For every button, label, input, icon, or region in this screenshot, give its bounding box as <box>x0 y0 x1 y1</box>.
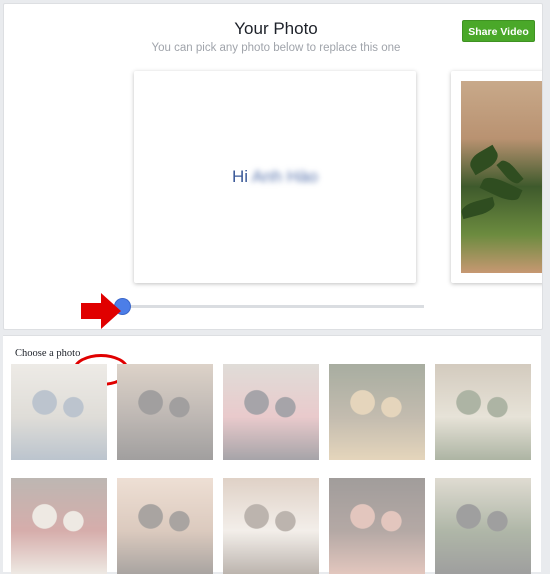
photo-thumbnail[interactable] <box>435 478 531 574</box>
choose-photo-label: Choose a photo <box>15 348 81 359</box>
share-video-button[interactable]: Share Video <box>462 20 535 42</box>
photo-thumbnail[interactable] <box>329 478 425 574</box>
photo-picker-card: Your Photo You can pick any photo below … <box>3 3 543 330</box>
greeting-word: Hi <box>231 167 249 186</box>
current-photo-card[interactable]: Hi Anh Hào <box>134 71 416 283</box>
choose-photo-panel: Choose a photo <box>3 335 541 574</box>
page-subtitle: You can pick any photo below to replace … <box>151 42 401 54</box>
slider-track[interactable] <box>124 305 424 308</box>
photo-thumbnail[interactable] <box>11 364 107 460</box>
greeting-text: Hi Anh Hào <box>134 167 416 187</box>
photo-thumbnail[interactable] <box>11 478 107 574</box>
photo-thumbnail[interactable] <box>223 364 319 460</box>
blurred-name: Anh Hào <box>251 167 319 186</box>
next-photo-image <box>459 81 542 273</box>
photo-thumbnail[interactable] <box>117 364 213 460</box>
red-arrow-icon <box>81 293 121 329</box>
photo-thumbnail[interactable] <box>435 364 531 460</box>
photo-thumbnail[interactable] <box>117 478 213 574</box>
photo-thumbnail[interactable] <box>329 364 425 460</box>
photo-thumbnail[interactable] <box>223 478 319 574</box>
next-photo-card[interactable] <box>451 71 542 283</box>
photo-grid <box>11 364 541 574</box>
